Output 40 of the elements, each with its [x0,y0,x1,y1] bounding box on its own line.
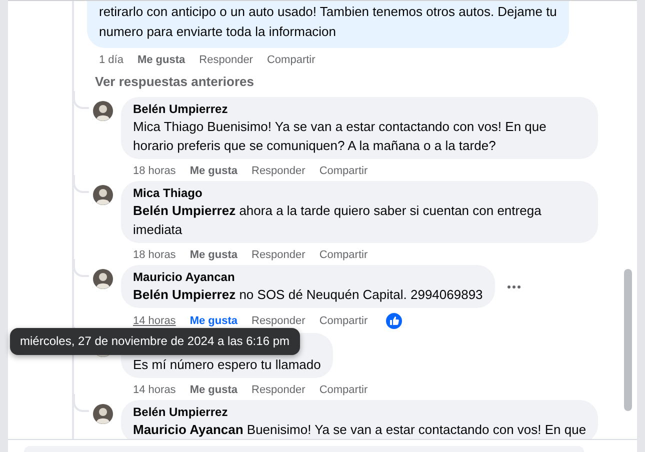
view-previous-replies-link[interactable]: Ver respuestas anteriores [95,73,637,91]
share-link[interactable]: Compartir [266,54,316,66]
reply-text: Mica Thiago Buenisimo! Ya se van a estar contactando con vos! En que horario preferis que se comuniquen? A la mañana o a la tarde? [133,118,548,155]
more-options-icon[interactable] [506,284,521,288]
avatar[interactable] [93,269,113,289]
comment-text: retirarlo con anticipo o un auto usado! Tambien tenemos otros autos. Dejame tu [99,3,557,21]
author-name[interactable]: Belén Umpierrez [133,101,586,117]
reply-text: Es mí número espero tu llamado [133,356,321,374]
reply-text: Belén Umpierrez ahora a la tarde quiero saber si cuentan con entrega imediata [133,202,542,239]
avatar[interactable] [93,404,113,424]
reply-text: Mauricio Ayancan Buenisimo! Ya se van a estar contactando con vos! En que [133,421,586,439]
timestamp-link[interactable]: 1 día [99,54,124,66]
author-name[interactable]: Mauricio Ayancan [133,269,483,285]
reply-link[interactable]: Responder [252,164,306,176]
avatar[interactable] [93,101,113,121]
reply-link[interactable]: Responder [199,54,253,66]
reply-link[interactable]: Responder [252,384,306,396]
share-link[interactable]: Compartir [319,248,368,260]
timestamp-link[interactable]: 18 horas [133,164,176,176]
reply-link[interactable]: Responder [252,314,306,326]
like-link[interactable]: Me gusta [190,164,238,176]
author-name[interactable]: Belén Umpierrez [133,404,586,420]
comment-text: numero para enviarte toda la informacion [99,23,338,41]
share-link[interactable]: Compartir [319,314,368,326]
scrollbar[interactable] [624,269,632,411]
timestamp-link[interactable]: 14 horas [133,384,176,396]
share-link[interactable]: Compartir [319,384,368,396]
reply-link[interactable]: Responder [252,248,306,260]
timestamp-link[interactable]: 14 horas [133,314,176,326]
tooltip: miércoles, 27 de noviembre de 2024 a las 6:16 pm [10,328,300,355]
share-link[interactable]: Compartir [319,164,368,176]
timestamp-link[interactable]: 18 horas [133,248,176,260]
like-link[interactable]: Me gusta [190,314,238,326]
like-link[interactable]: Me gusta [137,54,186,66]
like-icon [386,312,402,328]
avatar[interactable] [93,185,113,205]
author-name[interactable]: Mica Thiago [133,185,586,201]
like-link[interactable]: Me gusta [190,384,238,396]
like-link[interactable]: Me gusta [190,248,238,260]
reply-text: Belén Umpierrez no SOS dé Neuquén Capital. 2994069893 [133,286,483,304]
